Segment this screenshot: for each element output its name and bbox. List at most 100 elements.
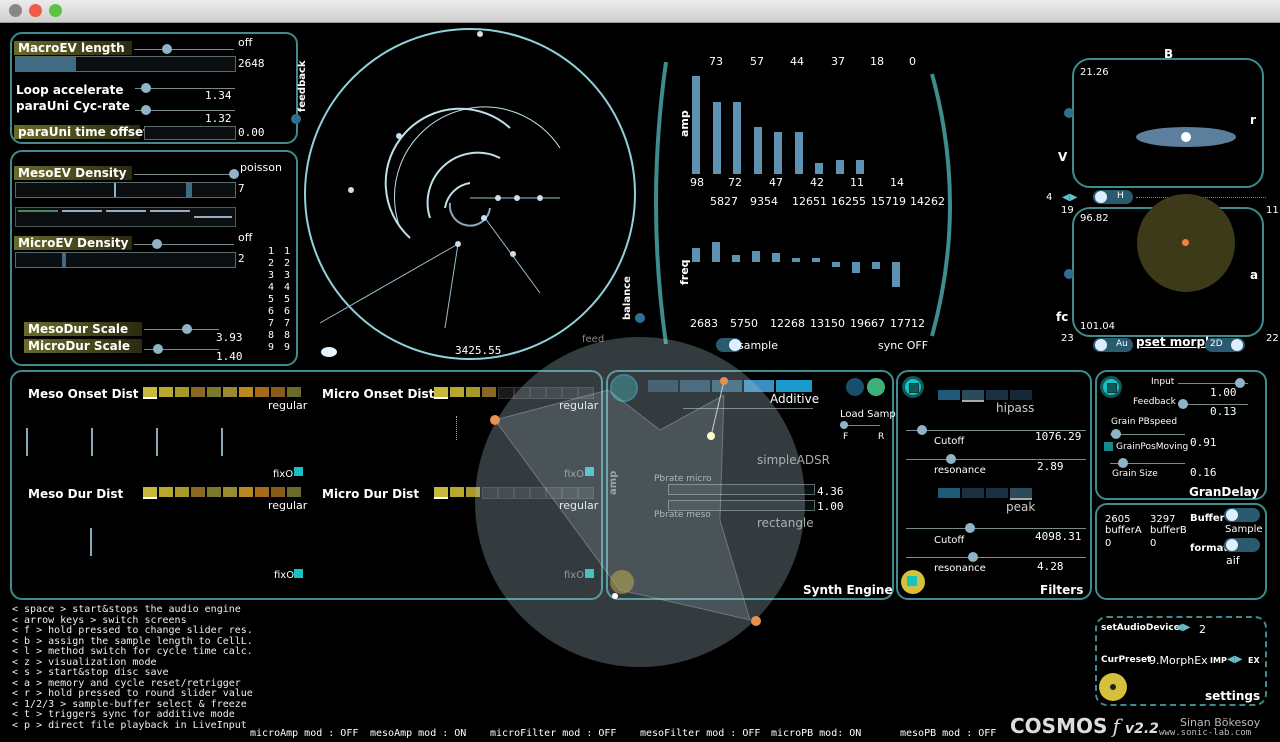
settings-record-button[interactable] [1099, 673, 1127, 701]
filt-seg[interactable] [1010, 390, 1032, 400]
dist-cell[interactable] [498, 487, 514, 499]
status-meso-filter[interactable]: mesoFilter mod : OFF [640, 728, 760, 739]
macro-length-bar[interactable] [15, 56, 236, 72]
dist-cell[interactable] [207, 487, 221, 497]
amp-bar[interactable] [856, 160, 864, 174]
dist-cell[interactable] [530, 487, 546, 499]
twod-toggle[interactable]: 2D [1205, 338, 1245, 352]
micro-dur-mode[interactable]: regular [559, 499, 598, 512]
loop-slider[interactable] [141, 83, 151, 93]
sync-status[interactable]: sync OFF [878, 339, 928, 352]
offset-bar[interactable] [144, 126, 236, 140]
dist-cell[interactable] [434, 487, 448, 499]
dist-cell[interactable] [434, 387, 448, 399]
mesodur-slider[interactable] [182, 324, 192, 334]
dist-cell[interactable] [271, 487, 285, 497]
additive-label[interactable]: Additive [770, 392, 819, 406]
micro-density-bar[interactable] [15, 252, 236, 268]
freq-bar[interactable] [852, 262, 860, 273]
dist-cell[interactable] [143, 387, 157, 399]
au-toggle[interactable]: Au [1093, 338, 1133, 352]
cutoff1-slider[interactable] [917, 425, 927, 435]
format-toggle[interactable] [1224, 538, 1260, 552]
status-micro-pb[interactable]: microPB mod: ON [771, 728, 861, 739]
wave-seg[interactable] [744, 380, 774, 392]
synth-mode-button[interactable] [610, 374, 638, 402]
filt-seg[interactable] [938, 390, 960, 400]
dist-cell[interactable] [175, 387, 189, 397]
wave-seg[interactable] [648, 380, 678, 392]
amp-bar[interactable] [794, 132, 803, 174]
imp-button[interactable]: IMP [1210, 656, 1227, 665]
status-meso-amp[interactable]: mesoAmp mod : ON [370, 728, 466, 739]
micro-density-slider[interactable] [152, 239, 162, 249]
load-samp-label[interactable]: Load Samp [840, 409, 896, 420]
dist-cell[interactable] [223, 487, 237, 497]
hipass-select[interactable] [938, 390, 1032, 402]
macro-length-mode[interactable]: off [238, 36, 252, 49]
amp-bars[interactable] [692, 72, 912, 174]
meso-pattern-bar[interactable] [15, 207, 236, 227]
grandelay-enable[interactable] [1100, 376, 1122, 398]
res2-slider[interactable] [968, 552, 978, 562]
freq-bar[interactable] [792, 258, 800, 262]
dist-cell[interactable] [255, 387, 269, 397]
pbspeed-slider[interactable] [1111, 429, 1121, 439]
dist-cell[interactable] [498, 387, 514, 399]
micro-density-mode[interactable]: off [238, 231, 252, 244]
dist-cell[interactable] [546, 487, 562, 499]
freq-bar[interactable] [732, 255, 740, 262]
synth-wave-select[interactable] [648, 380, 814, 392]
dist-cell[interactable] [191, 487, 205, 497]
dist-cell[interactable] [207, 387, 221, 397]
morph-knob-fc[interactable] [1064, 269, 1074, 279]
close-button[interactable] [9, 4, 22, 17]
filter1-enable[interactable] [902, 376, 924, 398]
arrow-left-icon[interactable]: ◀▶ [1062, 192, 1077, 203]
size-slider[interactable] [1118, 458, 1128, 468]
h-toggle[interactable]: H [1093, 190, 1133, 204]
dist-cell[interactable] [514, 387, 530, 399]
filt-seg[interactable] [986, 390, 1008, 400]
fixo-3-checkbox[interactable] [294, 569, 303, 578]
synth-knob-a[interactable] [846, 378, 864, 396]
dist-cell[interactable] [271, 387, 285, 397]
dist-cell[interactable] [450, 387, 464, 397]
filt-seg[interactable] [938, 488, 960, 498]
filt-seg[interactable] [962, 488, 984, 498]
dist-cell[interactable] [287, 387, 301, 397]
dist-cell[interactable] [159, 487, 173, 497]
posmoving-checkbox[interactable] [1104, 442, 1113, 451]
input-slider[interactable] [1235, 378, 1245, 388]
dist-cell[interactable] [159, 387, 173, 397]
freq-bar[interactable] [712, 242, 720, 262]
wave-seg[interactable] [776, 380, 812, 392]
simple-adsr-label[interactable]: simpleADSR [757, 453, 830, 467]
event-radar[interactable] [300, 28, 645, 368]
pbrate-meso-bar[interactable] [668, 500, 815, 511]
dist-cell[interactable] [223, 387, 237, 397]
meso-dur-mode[interactable]: regular [268, 499, 307, 512]
freq-bar[interactable] [692, 248, 700, 262]
freq-bar[interactable] [752, 251, 760, 262]
freq-bar[interactable] [892, 262, 900, 287]
fixo-2-checkbox[interactable] [585, 467, 594, 476]
buffer-toggle[interactable] [1224, 508, 1260, 522]
meso-dist-mode[interactable]: poisson [240, 161, 282, 174]
fixo-4-checkbox[interactable] [585, 569, 594, 578]
microdur-slider[interactable] [153, 344, 163, 354]
pbrate-micro-bar[interactable] [668, 484, 815, 495]
fr-knob[interactable] [840, 421, 848, 429]
balance-knob[interactable] [635, 313, 645, 323]
minimize-button[interactable] [29, 4, 42, 17]
status-meso-pb[interactable]: mesoPB mod : OFF [900, 728, 996, 739]
feedback-gd-slider[interactable] [1178, 399, 1188, 409]
amp-bar[interactable] [692, 76, 700, 174]
amp-bar[interactable] [835, 160, 844, 174]
freq-bars[interactable] [692, 230, 922, 290]
peak-select[interactable] [938, 488, 1032, 500]
macro-length-slider[interactable] [162, 44, 172, 54]
meso-onset-mode[interactable]: regular [268, 399, 307, 412]
filt-seg[interactable] [962, 390, 984, 402]
dist-cell[interactable] [514, 487, 530, 499]
